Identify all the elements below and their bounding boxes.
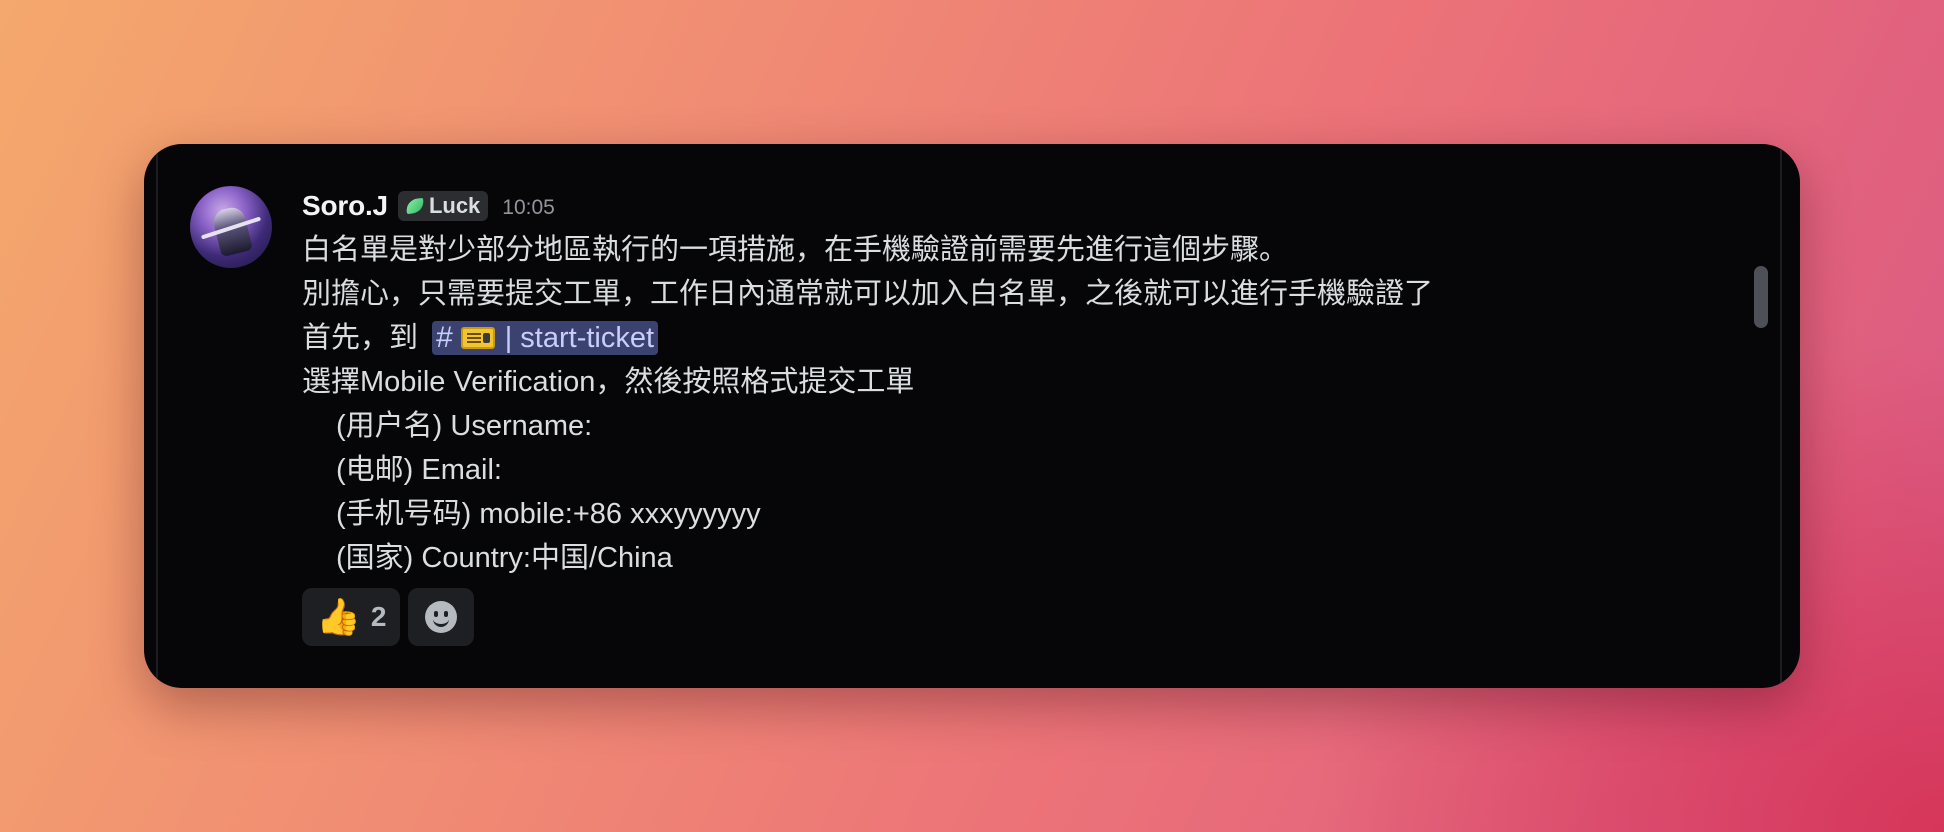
reactions-bar: 👍 2: [302, 588, 475, 646]
message-text: 首先，到: [302, 322, 427, 354]
card-edge: [156, 144, 158, 688]
hash-icon: #: [436, 321, 453, 354]
channel-separator: |: [504, 322, 513, 354]
thumbs-up-icon: 👍: [316, 596, 361, 637]
message-content: 白名單是對少部分地區執行的一項措施，在手機驗證前需要先進行這個步驟。 別擔心，只…: [302, 228, 1682, 580]
smiley-add-reaction-icon: [425, 601, 458, 633]
add-reaction-button[interactable]: [408, 588, 475, 646]
role-badge[interactable]: Luck: [397, 191, 489, 221]
role-label: Luck: [428, 193, 481, 218]
scrollbar-thumb[interactable]: [1754, 266, 1768, 328]
card-edge: [1780, 144, 1782, 688]
reaction-count: 2: [370, 601, 387, 632]
timestamp[interactable]: 10:05: [502, 196, 555, 220]
author-name[interactable]: Soro.J: [302, 190, 388, 222]
channel-mention[interactable]: # | start-ticket: [432, 321, 659, 355]
message-header: Soro.J Luck 10:05: [302, 184, 555, 228]
message-line: 別擔心，只需要提交工單，工作日內通常就可以加入白名單，之後就可以進行手機驗證了: [302, 278, 1434, 310]
channel-name: start-ticket: [520, 322, 655, 354]
message-line: 白名單是對少部分地區執行的一項措施，在手機驗證前需要先進行這個步驟。: [302, 234, 1289, 266]
message-line: 選擇Mobile Verification，然後按照格式提交工單: [302, 366, 915, 398]
message-line: (手机号码) mobile:+86 xxxyyyyyy: [336, 498, 761, 530]
reaction-thumbs-up[interactable]: 👍 2: [302, 588, 401, 646]
message-line: 首先，到 # | start-ticket: [302, 316, 1682, 360]
message-card: Soro.J Luck 10:05 白名單是對少部分地區執行的一項措施，在手機驗…: [144, 144, 1800, 688]
message-line: (国家) Country:中国/China: [336, 542, 673, 574]
leaf-icon: [405, 197, 425, 215]
ticket-icon: [460, 327, 495, 349]
message-line: (用户名) Username:: [336, 410, 593, 442]
avatar[interactable]: [190, 186, 272, 268]
message-line: (电邮) Email:: [336, 454, 502, 486]
